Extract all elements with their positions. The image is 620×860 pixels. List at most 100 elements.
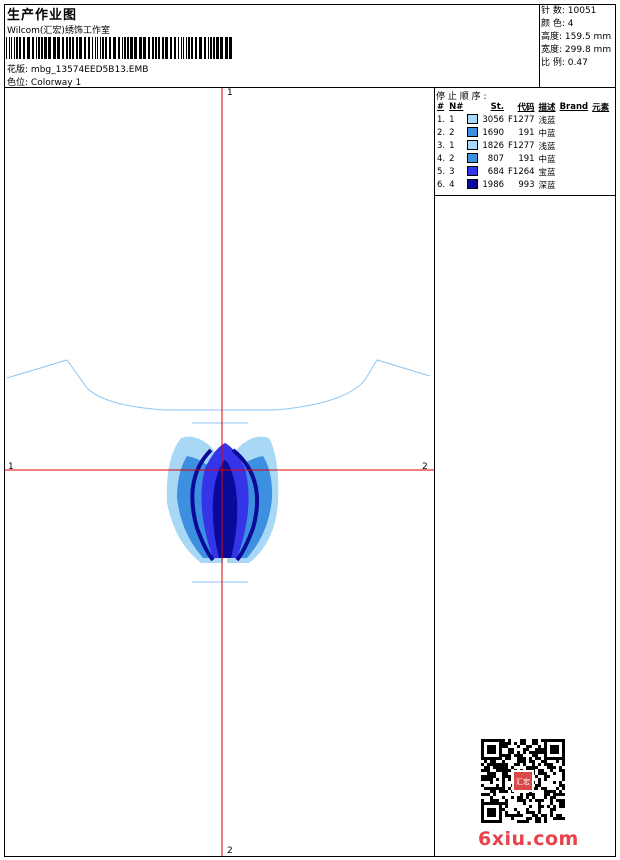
qr-module: [517, 763, 520, 766]
qr-module: [502, 760, 505, 763]
qr-module: [502, 754, 505, 757]
stop-sequence-table: # N# St. 代码 描述 Brand 元素 1. 1 3056 F1277 浅蓝 2.…: [435, 101, 611, 191]
qr-module: [553, 781, 556, 784]
design-panel-divider: [434, 87, 435, 857]
qr-module: [517, 745, 520, 748]
barcode-bar: [220, 37, 223, 59]
barcode-bar: [66, 37, 68, 59]
qr-module: [508, 739, 511, 742]
qr-module: [520, 799, 523, 802]
qr-module: [538, 778, 541, 781]
qr-module: [535, 739, 538, 742]
barcode-bar: [178, 37, 179, 59]
qr-module: [547, 790, 550, 793]
qr-module: [529, 799, 532, 802]
qr-module: [505, 790, 508, 793]
cell-swatch: [465, 152, 480, 165]
qr-module: [490, 760, 493, 763]
qr-module: [538, 817, 541, 820]
qr-module: [505, 769, 508, 772]
qr-module: [535, 742, 538, 745]
barcode-bar: [53, 37, 56, 59]
qr-module: [508, 751, 511, 754]
barcode-bar: [41, 37, 43, 59]
qr-module: [502, 796, 505, 799]
qr-module: [556, 760, 559, 763]
barcode-bar: [36, 37, 37, 59]
barcode-bar: [102, 37, 104, 59]
qr-module: [535, 748, 538, 751]
qr-module: [505, 805, 508, 808]
axis-label-top: 1: [227, 88, 233, 98]
qr-module: [520, 757, 523, 760]
qr-module: [520, 739, 523, 742]
qr-module: [547, 766, 550, 769]
qr-module: [559, 817, 562, 820]
qr-module: [520, 742, 523, 745]
stats-panel: 针 数: 10051 颜 色: 4 高度: 159.5 mm 宽度: 299.8…: [541, 5, 611, 70]
barcode-bar: [48, 37, 51, 59]
qr-module: [559, 802, 562, 805]
axis-label-bottom: 2: [227, 846, 233, 856]
cell-st: 3056: [482, 114, 505, 125]
qr-module: [505, 766, 508, 769]
barcode-bar: [204, 37, 206, 59]
barcode-bar: [32, 37, 34, 59]
qr-module: [493, 772, 496, 775]
qr-module: [487, 778, 490, 781]
barcode-bar: [38, 37, 40, 59]
barcode-bar: [134, 37, 137, 59]
qr-module: [562, 775, 565, 778]
qr-module: [532, 796, 535, 799]
qr-module: [535, 766, 538, 769]
barcode-bar: [183, 37, 184, 59]
barcode-bar: [174, 37, 176, 59]
colorway-line: 色位: Colorway 1: [7, 75, 81, 88]
qr-module: [532, 793, 535, 796]
qr-module: [562, 805, 565, 808]
cell-code: F1277: [508, 114, 535, 125]
qr-module: [517, 796, 520, 799]
qr-module: [541, 739, 544, 742]
cell-desc: 浅蓝: [538, 115, 556, 126]
qr-module: [490, 775, 493, 778]
cell-st: 684: [487, 166, 505, 177]
qr-module: [529, 745, 532, 748]
qr-module: [535, 787, 538, 790]
barcode-bar: [155, 37, 157, 59]
qr-module: [508, 787, 511, 790]
table-row: 6. 4 1986 993 深蓝: [435, 178, 611, 191]
qr-module: [541, 814, 544, 817]
qr-module: [532, 739, 535, 742]
qr-module: [502, 739, 505, 742]
qr-module: [529, 751, 532, 754]
qr-module: [523, 760, 526, 763]
qr-module: [520, 796, 523, 799]
qr-module: [562, 793, 565, 796]
embroidery-motif: [166, 436, 279, 563]
qr-module: [553, 793, 556, 796]
qr-module: [538, 802, 541, 805]
qr-module: [502, 808, 505, 811]
qr-module: [544, 790, 547, 793]
qr-module: [514, 808, 517, 811]
qr-module: [535, 775, 538, 778]
qr-module: [502, 772, 505, 775]
qr-module: [514, 742, 517, 745]
qr-module: [502, 790, 505, 793]
barcode-bar: [44, 37, 47, 59]
barcode-bar: [186, 37, 187, 59]
qr-module: [523, 757, 526, 760]
qr-module: [535, 754, 538, 757]
qr-module: [523, 820, 526, 823]
qr-module: [490, 799, 493, 802]
barcode-bar: [95, 37, 96, 59]
qr-module: [520, 754, 523, 757]
qr-module: [481, 769, 484, 772]
qr-module: [535, 817, 538, 820]
qr-module: [490, 790, 493, 793]
qr-module: [559, 805, 562, 808]
qr-module: [553, 805, 556, 808]
qr-module: [547, 805, 550, 808]
cell-st: 1986: [482, 179, 505, 190]
